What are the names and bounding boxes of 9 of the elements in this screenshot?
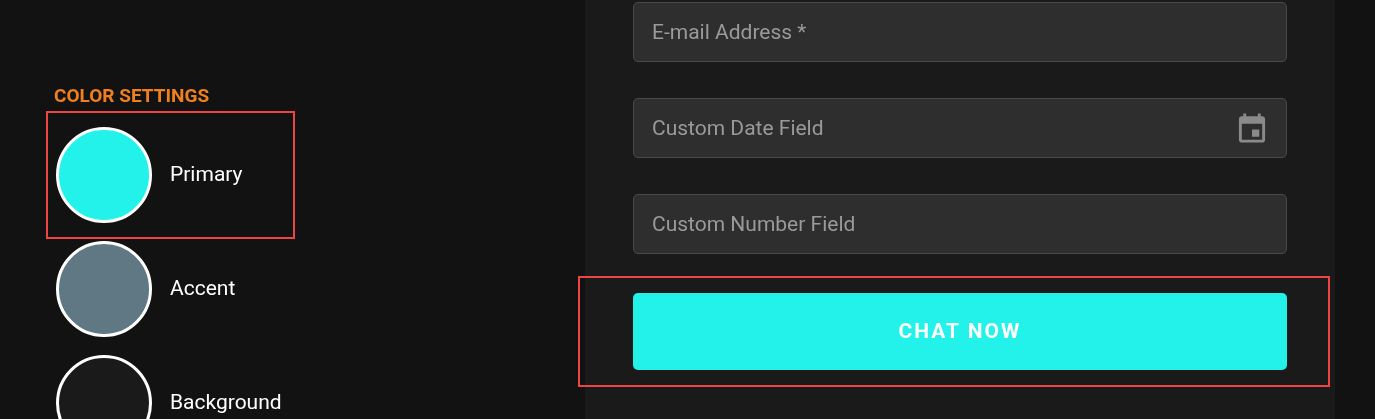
color-label: Background — [170, 389, 282, 417]
section-heading: COLOR SETTINGS — [54, 84, 211, 108]
date-field[interactable]: Custom Date Field — [633, 98, 1287, 158]
color-label: Accent — [170, 275, 236, 303]
calendar-icon — [1237, 112, 1267, 144]
color-label: Primary — [170, 161, 243, 189]
input-field[interactable]: E-mail Address * — [633, 2, 1287, 62]
chat-now-button[interactable]: CHAT NOW — [633, 293, 1287, 370]
input-field[interactable]: Custom Number Field — [633, 194, 1287, 254]
